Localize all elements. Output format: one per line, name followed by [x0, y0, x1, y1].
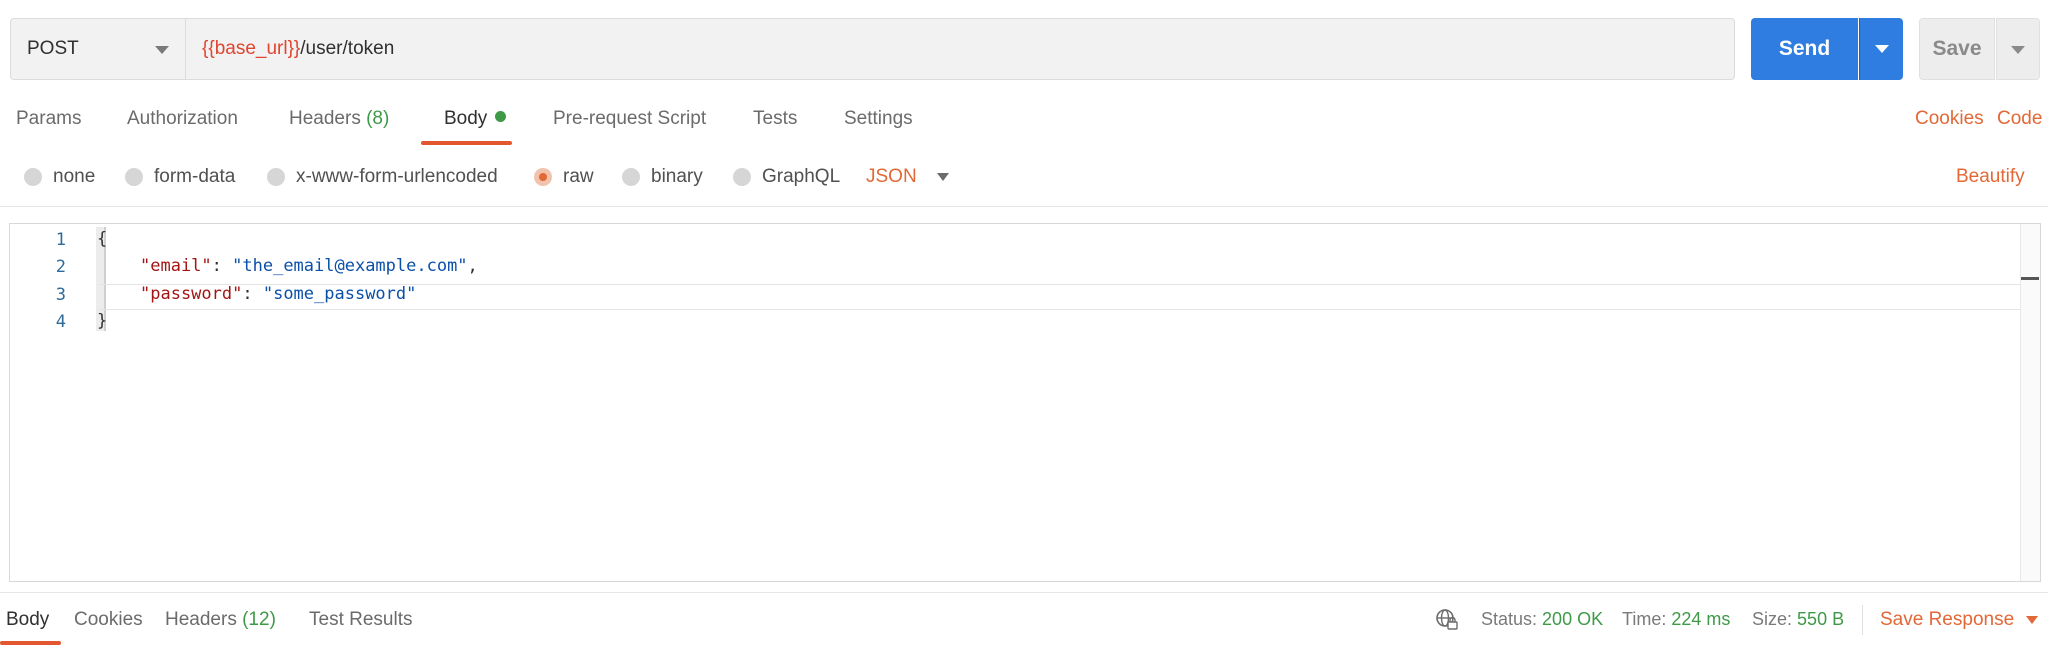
radio-circle-selected	[534, 168, 552, 186]
code-close-brace: }	[97, 311, 108, 331]
globe-lock-icon[interactable]	[1435, 608, 1459, 632]
request-tabs: Params Authorization Headers (8) Body Pr…	[0, 96, 2048, 146]
method-label: POST	[27, 38, 79, 59]
response-headers-label: Headers	[165, 609, 237, 630]
chevron-down-icon	[2026, 616, 2039, 624]
time-label: Time:	[1622, 609, 1667, 629]
size-label: Size:	[1752, 609, 1793, 629]
radio-circle	[125, 168, 143, 186]
scroll-position-marker	[2021, 277, 2039, 280]
radio-binary-label: binary	[651, 166, 703, 187]
radio-binary[interactable]: binary	[622, 166, 703, 188]
chevron-down-icon	[936, 173, 949, 181]
save-button[interactable]: Save	[1919, 18, 1995, 80]
line-number-gutter: 1 2 3 4	[10, 224, 90, 581]
url-variable: {{base_url}}	[202, 38, 301, 59]
radio-graphql[interactable]: GraphQL	[733, 166, 840, 188]
response-time: Time: 224 ms	[1622, 609, 1730, 630]
beautify-button[interactable]: Beautify	[1956, 166, 2025, 188]
tab-settings[interactable]: Settings	[844, 108, 913, 130]
radio-urlencoded[interactable]: x-www-form-urlencoded	[267, 166, 498, 188]
url-input[interactable]: {{base_url}}/user/token	[186, 18, 1735, 80]
language-label: JSON	[866, 166, 917, 187]
json-key-email: "email"	[140, 256, 212, 276]
radio-circle	[267, 168, 285, 186]
radio-urlencoded-label: x-www-form-urlencoded	[296, 166, 498, 187]
radio-form-data[interactable]: form-data	[125, 166, 235, 188]
tab-body-label: Body	[444, 108, 488, 129]
tab-headers-label: Headers	[289, 108, 361, 129]
size-value: 550 B	[1797, 609, 1845, 629]
tab-params[interactable]: Params	[16, 108, 81, 130]
chevron-down-icon	[155, 46, 169, 54]
language-dropdown[interactable]: JSON	[866, 166, 949, 188]
cookies-link[interactable]: Cookies	[1915, 108, 1984, 130]
code-open-brace: {	[97, 229, 108, 249]
headers-count: (8)	[366, 108, 390, 129]
save-response-button[interactable]: Save Response	[1880, 609, 2039, 631]
chevron-down-icon	[1875, 45, 1889, 53]
response-status: Status: 200 OK	[1481, 609, 1603, 630]
line-number: 1	[55, 230, 66, 250]
tab-headers[interactable]: Headers (8)	[289, 108, 389, 130]
radio-raw[interactable]: raw	[534, 166, 594, 188]
active-response-tab-indicator	[0, 641, 61, 645]
radio-form-data-label: form-data	[154, 166, 236, 187]
json-value-password: "some_password"	[262, 284, 417, 304]
radio-circle	[622, 168, 640, 186]
response-tab-cookies[interactable]: Cookies	[74, 609, 143, 631]
response-tab-test-results[interactable]: Test Results	[309, 609, 412, 631]
chevron-down-icon	[2011, 46, 2025, 54]
status-label: Status:	[1481, 609, 1538, 629]
radio-graphql-label: GraphQL	[762, 166, 841, 187]
url-path: /user/token	[300, 38, 395, 59]
send-options-dropdown[interactable]	[1859, 18, 1903, 80]
radio-circle	[24, 168, 42, 186]
response-tab-body[interactable]: Body	[6, 609, 49, 631]
status-dot-icon	[495, 111, 507, 122]
tab-pre-request-script[interactable]: Pre-request Script	[553, 108, 706, 130]
response-tab-headers[interactable]: Headers (12)	[165, 609, 276, 631]
time-value: 224 ms	[1671, 609, 1731, 629]
json-value-email: "the_email@example.com"	[232, 256, 468, 276]
code-line-email: "email": "the_email@example.com",	[140, 256, 478, 276]
editor-scrollbar[interactable]	[2020, 224, 2040, 581]
code-link[interactable]: Code	[1997, 108, 2042, 130]
save-options-dropdown[interactable]	[1996, 18, 2040, 80]
response-headers-count: (12)	[242, 609, 276, 630]
section-divider	[0, 206, 2048, 207]
status-value: 200 OK	[1542, 609, 1604, 629]
active-tab-indicator	[421, 141, 512, 145]
save-response-label: Save Response	[1880, 609, 2015, 630]
method-dropdown[interactable]: POST	[10, 18, 186, 80]
response-bar: Body Cookies Headers (12) Test Results S…	[0, 592, 2048, 647]
radio-circle	[733, 168, 751, 186]
body-mode-selector: none form-data x-www-form-urlencoded raw…	[0, 160, 2048, 194]
tab-body[interactable]: Body	[444, 108, 507, 130]
tab-authorization[interactable]: Authorization	[127, 108, 238, 130]
request-url-bar: POST {{base_url}}/user/token Send Save	[10, 18, 2040, 80]
radio-none-label: none	[53, 166, 96, 187]
tab-tests[interactable]: Tests	[753, 108, 797, 130]
response-size: Size: 550 B	[1752, 609, 1844, 630]
code-line-password: "password": "some_password"	[140, 284, 417, 304]
send-button[interactable]: Send	[1751, 18, 1858, 80]
json-key-password: "password"	[140, 284, 243, 304]
separator	[1862, 605, 1863, 635]
line-number: 4	[55, 312, 66, 332]
radio-none[interactable]: none	[24, 166, 95, 188]
line-number: 3	[55, 285, 66, 305]
radio-raw-label: raw	[563, 166, 594, 187]
line-number: 2	[55, 257, 66, 277]
body-code-editor[interactable]: 1 2 3 4 { "email": "the_email@example.co…	[9, 223, 2041, 582]
